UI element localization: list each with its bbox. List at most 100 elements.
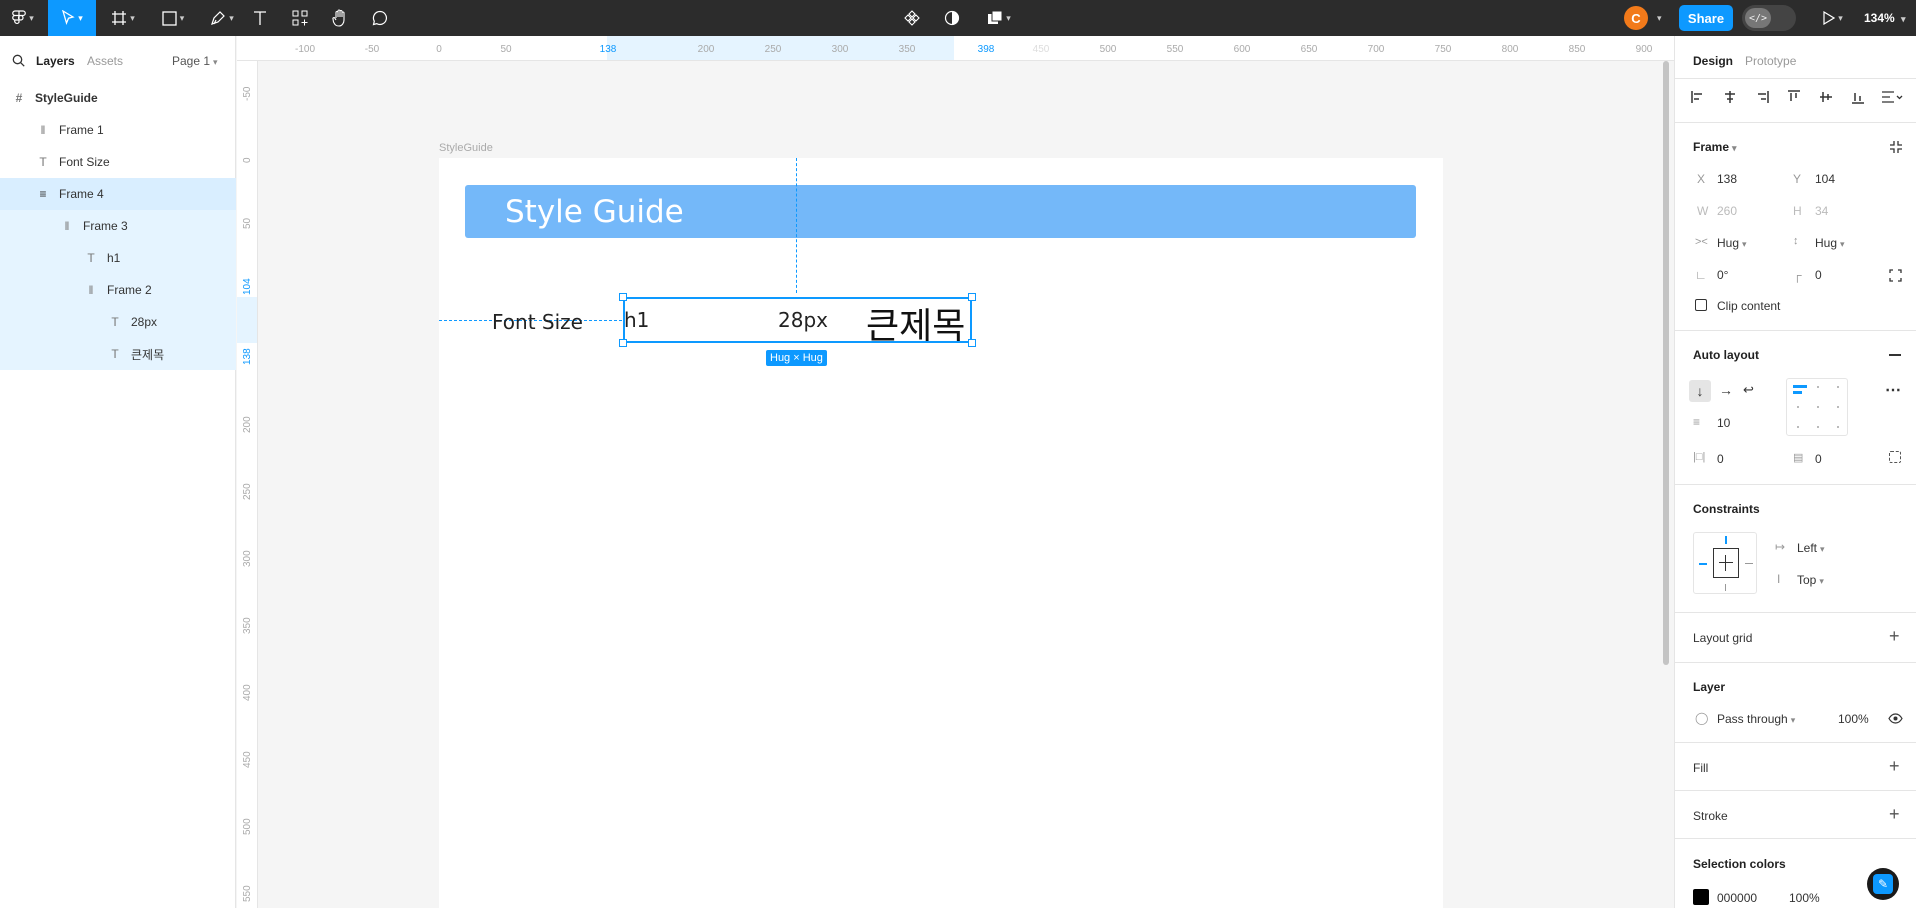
text-icon: T	[87, 251, 95, 265]
comment-tool-button[interactable]	[369, 0, 391, 36]
layer-row-28px[interactable]: T 28px	[0, 306, 236, 338]
mask-button[interactable]	[942, 0, 962, 36]
align-top-icon[interactable]	[1787, 90, 1801, 104]
tab-design[interactable]: Design	[1693, 54, 1733, 68]
shape-tool-button[interactable]: ▾	[154, 0, 192, 36]
vertical-padding-input[interactable]: 0	[1815, 452, 1822, 466]
height-mode-select[interactable]: Hug ▾	[1815, 236, 1845, 250]
ruler-tick: 450	[242, 751, 253, 768]
align-left-icon[interactable]	[1691, 90, 1705, 104]
independent-corners-icon[interactable]	[1889, 269, 1902, 282]
hand-tool-button[interactable]	[329, 0, 351, 36]
horizontal-padding-input[interactable]: 0	[1717, 452, 1724, 466]
frame-section-title[interactable]: Frame ▾	[1693, 140, 1737, 154]
remove-auto-layout-icon[interactable]	[1889, 354, 1901, 356]
independent-padding-icon[interactable]	[1889, 451, 1901, 463]
layer-row-frame-4[interactable]: ≡ Frame 4	[0, 178, 236, 210]
ai-assistant-button[interactable]: ✎	[1867, 868, 1899, 900]
color-swatch[interactable]	[1693, 889, 1709, 905]
color-hex-value[interactable]: 000000	[1717, 891, 1757, 905]
layer-row-h1[interactable]: T h1	[0, 242, 236, 274]
zoom-menu[interactable]: 134% ▾	[1864, 0, 1906, 36]
h-input[interactable]: 34	[1815, 204, 1828, 218]
align-vertical-center-icon[interactable]	[1819, 90, 1833, 104]
avatar[interactable]: C	[1624, 6, 1648, 30]
tab-assets[interactable]: Assets	[87, 54, 123, 68]
width-mode-select[interactable]: Hug ▾	[1717, 236, 1747, 250]
ruler-tick: 900	[1635, 44, 1653, 55]
layer-row-font-size[interactable]: T Font Size	[0, 146, 236, 178]
resources-button[interactable]	[289, 0, 311, 36]
top-toolbar: ▾ ▾ ▾ ▾ ▾ ▾ C ▾ Share </> ▾ 134% ▾	[0, 0, 1916, 36]
comment-icon	[372, 10, 388, 26]
direction-vertical-button[interactable]: ↓	[1689, 380, 1711, 402]
y-input[interactable]: 104	[1815, 172, 1835, 186]
add-layout-grid-icon[interactable]: +	[1889, 627, 1900, 645]
layer-row-frame-3[interactable]: ‖ Frame 3	[0, 210, 236, 242]
gap-input[interactable]: 10	[1717, 416, 1730, 430]
frame-name-label[interactable]: StyleGuide	[439, 142, 493, 154]
pen-tool-button[interactable]: ▾	[203, 0, 241, 36]
align-right-icon[interactable]	[1755, 90, 1769, 104]
clip-content-checkbox[interactable]	[1695, 299, 1707, 311]
canvas-scrollbar[interactable]	[1663, 61, 1669, 665]
resize-handle-top-left[interactable]	[619, 293, 627, 301]
color-opacity-value[interactable]: 100%	[1789, 891, 1820, 905]
boolean-ops-button[interactable]: ▾	[982, 0, 1016, 36]
text-tool-button[interactable]	[249, 0, 271, 36]
constraint-bottom[interactable]	[1725, 584, 1726, 591]
layer-row-frame-2[interactable]: ‖ Frame 2	[0, 274, 236, 306]
ruler-tick: 500	[242, 818, 253, 835]
tab-prototype[interactable]: Prototype	[1745, 54, 1796, 68]
blend-mode-select[interactable]: Pass through ▾	[1717, 712, 1795, 726]
corner-radius-input[interactable]: 0	[1815, 268, 1822, 282]
page-selector[interactable]: Page 1 ▾	[172, 54, 218, 68]
direction-horizontal-button[interactable]: →	[1719, 382, 1733, 398]
constraint-right[interactable]	[1745, 563, 1753, 564]
distribute-icon[interactable]	[1881, 90, 1903, 104]
font-size-text[interactable]: Font Size	[492, 310, 583, 334]
move-tool-button[interactable]: ▾	[48, 0, 96, 36]
add-fill-icon[interactable]: +	[1889, 757, 1900, 775]
resize-handle-bottom-left[interactable]	[619, 339, 627, 347]
constraint-widget[interactable]	[1693, 532, 1757, 594]
search-icon[interactable]	[12, 54, 25, 67]
selection-box[interactable]	[623, 297, 972, 343]
align-horizontal-center-icon[interactable]	[1723, 90, 1737, 104]
eye-icon[interactable]	[1888, 713, 1903, 724]
resize-handle-top-right[interactable]	[968, 293, 976, 301]
horizontal-constraint-select[interactable]: Left ▾	[1797, 541, 1825, 555]
dev-mode-toggle[interactable]: </>	[1742, 5, 1796, 31]
style-guide-banner[interactable]: Style Guide	[465, 185, 1416, 238]
add-stroke-icon[interactable]: +	[1889, 805, 1900, 823]
alignment-grid[interactable]	[1786, 378, 1848, 436]
constraint-left-active[interactable]	[1699, 563, 1707, 565]
constraint-cross	[1725, 555, 1726, 571]
layer-row-korean-title[interactable]: T 큰제목	[0, 338, 236, 370]
layer-opacity-input[interactable]: 100%	[1838, 712, 1869, 726]
layers-panel: Layers Assets Page 1 ▾ # StyleGuide ‖ Fra…	[0, 36, 236, 908]
main-menu-button[interactable]: ▾	[0, 0, 46, 36]
layer-row-styleguide[interactable]: # StyleGuide	[0, 82, 236, 114]
frame-tool-button[interactable]: ▾	[104, 0, 142, 36]
x-input[interactable]: 138	[1717, 172, 1737, 186]
resize-to-fit-icon[interactable]	[1889, 140, 1903, 154]
align-bottom-icon[interactable]	[1851, 90, 1865, 104]
resize-handle-bottom-right[interactable]	[968, 339, 976, 347]
tab-layers[interactable]: Layers	[36, 54, 75, 68]
wrap-icon[interactable]: ↩	[1743, 382, 1754, 398]
create-component-button[interactable]	[902, 0, 922, 36]
share-button[interactable]: Share	[1679, 5, 1733, 31]
vertical-constraint-select[interactable]: Top ▾	[1797, 573, 1824, 587]
present-button[interactable]: ▾	[1816, 0, 1850, 36]
divider	[1675, 612, 1916, 613]
rotation-input[interactable]: 0°	[1717, 268, 1728, 282]
more-options-icon[interactable]: ⋯	[1885, 380, 1902, 400]
hug-height-icon: ↕	[1793, 235, 1799, 247]
w-input[interactable]: 260	[1717, 204, 1737, 218]
design-canvas[interactable]: StyleGuide Style Guide Font Size h1 28px…	[258, 61, 1674, 908]
constraint-top-active[interactable]	[1725, 536, 1727, 544]
layer-row-frame-1[interactable]: ‖ Frame 1	[0, 114, 236, 146]
chevron-down-icon[interactable]: ▾	[1657, 13, 1662, 24]
styleguide-frame[interactable]	[439, 158, 1443, 908]
